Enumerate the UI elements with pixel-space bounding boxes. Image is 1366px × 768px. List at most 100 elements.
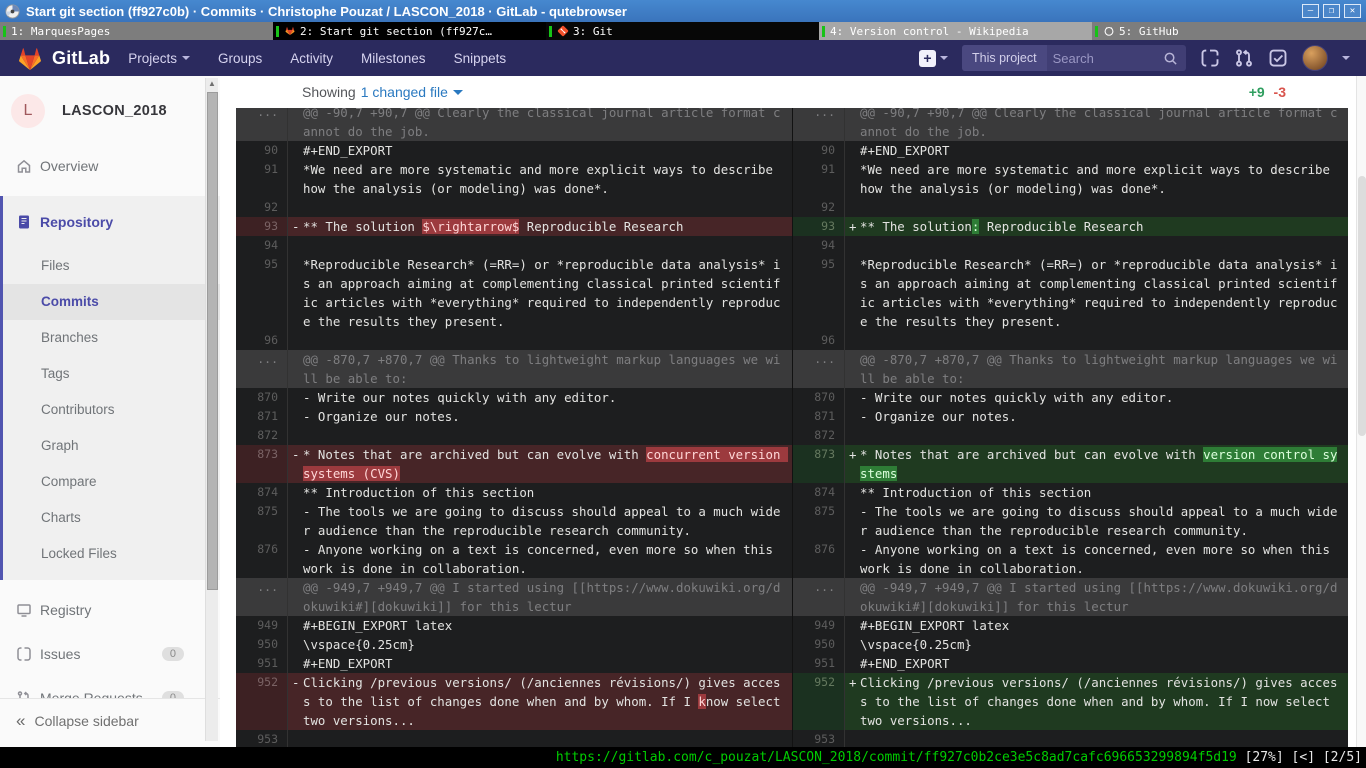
line-number-new[interactable]: 952 [792,673,845,730]
statusbar-url: https://gitlab.com/c_pouzat/LASCON_2018/… [556,750,1237,765]
home-icon [16,158,32,174]
line-number-new[interactable]: 94 [792,236,845,255]
sidebar-subitem-graph[interactable]: Graph [3,428,220,464]
line-number-new[interactable]: 876 [792,540,845,578]
sidebar-subitem-tags[interactable]: Tags [3,356,220,392]
line-number-old[interactable]: 875 [236,502,288,540]
scroll-up-arrow[interactable]: ▲ [206,78,218,90]
changed-files-link[interactable]: 1 changed file [361,84,448,100]
diff-table: ...@@ -90,7 +90,7 @@ Clearly the classic… [236,108,1348,747]
line-number-old[interactable]: 949 [236,616,288,635]
code-line-new: \vspace{0.25cm} [845,635,1348,654]
line-number-new[interactable]: 870 [792,388,845,407]
line-number-old[interactable]: 94 [236,236,288,255]
tab-label: 3: Git [573,25,613,38]
line-number-old[interactable]: 953 [236,730,288,747]
line-number-new[interactable]: 875 [792,502,845,540]
line-number-new[interactable]: 95 [792,255,845,331]
code-line: -* Notes that are archived but can evolv… [288,445,792,483]
collapse-sidebar-button[interactable]: « Collapse sidebar [0,698,220,743]
sidebar-item-registry[interactable]: Registry [0,596,220,624]
line-number-new[interactable]: 949 [792,616,845,635]
brand-text[interactable]: GitLab [52,48,110,69]
line-number-old[interactable]: 871 [236,407,288,426]
line-number-old[interactable]: 90 [236,141,288,160]
diff-row: 872 872 [236,426,1348,445]
page-scrollbar[interactable] [1356,76,1366,747]
line-number-old[interactable]: 92 [236,198,288,217]
line-number-old[interactable]: 876 [236,540,288,578]
added-code-line: +* Notes that are archived but can evolv… [845,445,1348,483]
line-number-new[interactable]: 93 [792,217,845,236]
line-number-new[interactable]: 92 [792,198,845,217]
line-number-old[interactable]: 95 [236,255,288,331]
sidebar-subitem-compare[interactable]: Compare [3,464,220,500]
line-number-new[interactable]: 90 [792,141,845,160]
hunk-line-number-new: ... [792,578,845,616]
minimize-button[interactable]: – [1302,4,1319,18]
line-number-old[interactable]: 93 [236,217,288,236]
nav-item-groups[interactable]: Groups [218,51,262,66]
code-line-old [288,730,792,747]
tab-5[interactable]: 5: GitHub [1092,22,1366,40]
line-number-old[interactable]: 96 [236,331,288,350]
issues-icon-button[interactable] [1200,48,1220,68]
sidebar-item-repository[interactable]: Repository [3,208,220,236]
added-code-line: +** The solution: Reproducible Research [845,217,1348,236]
sidebar-subitem-locked-files[interactable]: Locked Files [3,536,220,572]
line-number-new[interactable]: 953 [792,730,845,747]
maximize-button[interactable]: ❐ [1323,4,1340,18]
sidebar-item-overview[interactable]: Overview [0,152,220,180]
diff-row: 870- Write our notes quickly with any ed… [236,388,1348,407]
tab-1[interactable]: 1: MarquesPages [0,22,273,40]
line-number-new[interactable]: 873 [792,445,845,483]
line-number-old[interactable]: 874 [236,483,288,502]
sidebar-scrollbar-thumb[interactable] [207,92,218,590]
sidebar-scrollbar[interactable]: ▲ [205,78,218,741]
line-number-new[interactable]: 950 [792,635,845,654]
sidebar-subitem-contributors[interactable]: Contributors [3,392,220,428]
line-number-old[interactable]: 952 [236,673,288,730]
line-number-new[interactable]: 874 [792,483,845,502]
code-line: #+BEGIN_EXPORT latex [288,616,792,635]
project-header[interactable]: L LASCON_2018 [0,76,220,142]
sidebar-subitem-charts[interactable]: Charts [3,500,220,536]
sidebar-item-issues[interactable]: Issues0 [0,640,220,668]
gitlab-logo-icon[interactable] [16,45,44,72]
line-number-new[interactable]: 872 [792,426,845,445]
nav-item-projects[interactable]: Projects [128,51,190,66]
tab-3[interactable]: 3: Git [546,22,819,40]
diff-view: ...@@ -90,7 +90,7 @@ Clearly the classic… [236,108,1348,747]
code-line: @@ -870,7 +870,7 @@ Thanks to lightweigh… [288,350,792,388]
user-avatar[interactable] [1302,45,1328,71]
line-number-old[interactable]: 91 [236,160,288,198]
nav-item-activity[interactable]: Activity [290,51,333,66]
line-number-new[interactable]: 91 [792,160,845,198]
line-number-new[interactable]: 871 [792,407,845,426]
nav-item-snippets[interactable]: Snippets [454,51,507,66]
page-scrollbar-thumb[interactable] [1358,176,1366,436]
line-number-old[interactable]: 951 [236,654,288,673]
sidebar-subitem-files[interactable]: Files [3,248,220,284]
sidebar-subitem-commits[interactable]: Commits [3,284,220,320]
tab-4[interactable]: 4: Version control - Wikipedia [819,22,1092,40]
hunk-line-number-old: ... [236,108,288,141]
close-button[interactable]: ✕ [1344,4,1361,18]
line-number-old[interactable]: 873 [236,445,288,483]
line-number-old[interactable]: 870 [236,388,288,407]
nav-item-milestones[interactable]: Milestones [361,51,426,66]
merge-requests-icon-button[interactable] [1234,48,1254,68]
todos-icon-button[interactable] [1268,48,1288,68]
tab-2[interactable]: 2: Start git section (ff927c… [273,22,546,40]
diff-marker: + [849,445,856,464]
search-input[interactable] [1047,51,1163,66]
new-menu-button[interactable]: + [919,50,948,67]
line-number-old[interactable]: 950 [236,635,288,654]
sidebar-subitem-branches[interactable]: Branches [3,320,220,356]
this-project-scope[interactable]: This project [962,45,1047,71]
line-number-new[interactable]: 96 [792,331,845,350]
code-line-old [288,198,792,217]
line-number-old[interactable]: 872 [236,426,288,445]
code-line-new: *Reproducible Research* (=RR=) or *repro… [845,255,1348,331]
line-number-new[interactable]: 951 [792,654,845,673]
